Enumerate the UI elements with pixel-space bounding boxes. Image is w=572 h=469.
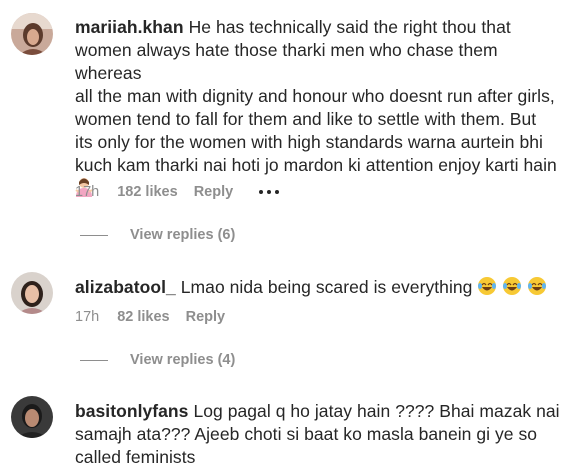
avatar[interactable] xyxy=(11,13,53,55)
reply-button[interactable]: Reply xyxy=(194,184,234,200)
view-replies-label: View replies (4) xyxy=(130,352,236,368)
comment-username[interactable]: mariiah.khan xyxy=(75,17,184,37)
comment-time: 17h xyxy=(75,184,100,200)
view-replies-label: View replies (6) xyxy=(130,227,236,243)
comment-line: all the man with dignity and honour who … xyxy=(75,86,555,106)
comment-line: Lmao nida being scared is everything xyxy=(180,277,473,297)
comment-username[interactable]: alizabatool_ xyxy=(75,277,176,297)
comment-text: basitonlyfans Log pagal q ho jatay hain ?… xyxy=(75,400,565,469)
comment-line: women tend to fall for them and like to … xyxy=(75,109,537,129)
comment-line: kuch kam tharki nai hoti jo mardon ki at… xyxy=(75,155,557,175)
comment-likes[interactable]: 82 likes xyxy=(117,309,169,325)
view-replies-button[interactable]: View replies (6) xyxy=(80,227,235,243)
comment-line: women always hate those tharki men who c… xyxy=(75,40,498,83)
comment-likes[interactable]: 182 likes xyxy=(117,184,177,200)
laughing-tears-emoji xyxy=(502,276,522,302)
comment-text: alizabatool_ Lmao nida being scared is ev… xyxy=(75,276,565,302)
comment-text: mariiah.khan He has technically said the … xyxy=(75,16,565,203)
comment-meta: 17h 82 likes Reply xyxy=(75,309,225,325)
avatar[interactable] xyxy=(11,272,53,314)
more-options-icon[interactable] xyxy=(259,190,280,194)
comment-line: called feminists xyxy=(75,447,196,467)
comment-line: He has technically said the right thou t… xyxy=(188,17,511,37)
reply-button[interactable]: Reply xyxy=(186,309,226,325)
laughing-tears-emoji xyxy=(477,276,497,302)
laughing-tears-emoji xyxy=(527,276,547,302)
avatar[interactable] xyxy=(11,396,53,438)
comment-time: 17h xyxy=(75,309,100,325)
divider-line xyxy=(80,234,108,236)
comment-line: its only for the women with high standar… xyxy=(75,132,543,152)
comment-username[interactable]: basitonlyfans xyxy=(75,401,188,421)
comment-meta: 17h 182 likes Reply xyxy=(75,184,280,200)
comment-line: Log pagal q ho jatay hain ???? Bhai maza… xyxy=(193,401,560,421)
divider-line xyxy=(80,359,108,361)
view-replies-button[interactable]: View replies (4) xyxy=(80,352,235,368)
comment-line: samajh ata??? Ajeeb choti si baat ko mas… xyxy=(75,424,538,444)
